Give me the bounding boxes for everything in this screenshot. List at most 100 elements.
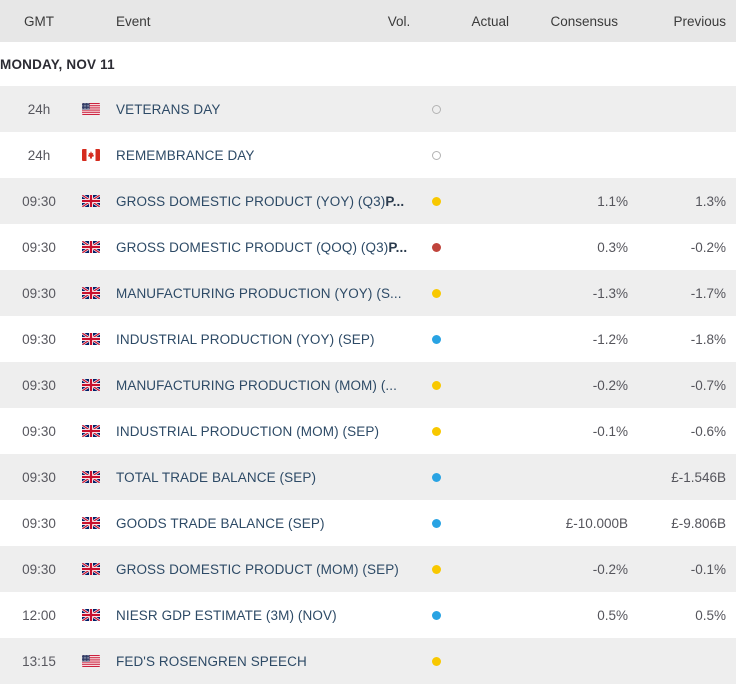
- table-row[interactable]: 12:00 NIESR GDP ESTIMATE (3M) (NOV) 0.5% 0.…: [0, 592, 736, 638]
- event-time: 09:30: [22, 469, 56, 485]
- column-header-previous[interactable]: Previous: [632, 14, 736, 29]
- volatility-low-icon: [431, 518, 441, 528]
- previous-value: 0.5%: [695, 607, 726, 623]
- volatility-cell: [408, 518, 464, 528]
- column-header-vol[interactable]: Vol.: [371, 14, 427, 29]
- consensus-value: -1.2%: [592, 331, 628, 347]
- table-row[interactable]: 09:30 MANUFACTURING PRODUCTION (YOY) (S..…: [0, 270, 736, 316]
- volatility-medium-icon: [431, 426, 441, 436]
- event-name[interactable]: VETERANS DAY: [116, 102, 408, 117]
- event-name[interactable]: GROSS DOMESTIC PRODUCT (MOM) (SEP): [116, 562, 408, 577]
- table-row[interactable]: 24h REMEMBRANCE DAY: [0, 132, 736, 178]
- volatility-cell: [408, 472, 464, 482]
- table-row[interactable]: 09:30 GROSS DOMESTIC PRODUCT (YOY) (Q3)P.…: [0, 178, 736, 224]
- event-name[interactable]: GROSS DOMESTIC PRODUCT (QOQ) (Q3)P...: [116, 240, 408, 255]
- event-name[interactable]: REMEMBRANCE DAY: [116, 148, 408, 163]
- consensus-value: 1.1%: [597, 193, 628, 209]
- volatility-medium-icon: [431, 656, 441, 666]
- economic-calendar: GMT Event Vol. Actual Consensus Previous…: [0, 0, 736, 684]
- table-row[interactable]: 09:30 GROSS DOMESTIC PRODUCT (QOQ) (Q3)P.…: [0, 224, 736, 270]
- table-row[interactable]: 09:30 INDUSTRIAL PRODUCTION (MOM) (SEP) -0…: [0, 408, 736, 454]
- event-name-text: GROSS DOMESTIC PRODUCT (MOM) (SEP): [116, 561, 399, 577]
- table-row[interactable]: 13:15 FED'S ROSENGREN SPEECH: [0, 638, 736, 684]
- event-name[interactable]: MANUFACTURING PRODUCTION (YOY) (S...: [116, 286, 408, 301]
- previous-value: -0.7%: [690, 377, 726, 393]
- volatility-cell: [408, 564, 464, 574]
- gb-flag: [78, 609, 116, 621]
- volatility-medium-icon: [431, 564, 441, 574]
- volatility-none-icon: [431, 150, 441, 160]
- previous-value: -0.2%: [690, 239, 726, 255]
- event-name[interactable]: TOTAL TRADE BALANCE (SEP): [116, 470, 408, 485]
- event-name-text: NIESR GDP ESTIMATE (3M) (NOV): [116, 607, 337, 623]
- previous-value: -1.8%: [690, 331, 726, 347]
- volatility-cell: [408, 334, 464, 344]
- table-row[interactable]: 09:30 INDUSTRIAL PRODUCTION (YOY) (SEP) -1…: [0, 316, 736, 362]
- event-name[interactable]: GOODS TRADE BALANCE (SEP): [116, 516, 408, 531]
- event-name[interactable]: MANUFACTURING PRODUCTION (MOM) (...: [116, 378, 408, 393]
- volatility-cell: [408, 610, 464, 620]
- us-flag: [78, 655, 116, 667]
- gb-flag: [78, 287, 116, 299]
- event-name-text: TOTAL TRADE BALANCE (SEP): [116, 469, 317, 485]
- table-row[interactable]: 09:30 MANUFACTURING PRODUCTION (MOM) (...…: [0, 362, 736, 408]
- event-name-text: GOODS TRADE BALANCE (SEP): [116, 515, 325, 531]
- table-row[interactable]: 09:30 TOTAL TRADE BALANCE (SEP) £-1.546B: [0, 454, 736, 500]
- event-time: 13:15: [22, 653, 56, 669]
- us-flag: [78, 103, 116, 115]
- volatility-cell: [408, 150, 464, 160]
- event-time: 12:00: [22, 607, 56, 623]
- volatility-medium-icon: [431, 288, 441, 298]
- volatility-cell: [408, 380, 464, 390]
- column-header-event[interactable]: Event: [116, 14, 371, 29]
- date-group-header: MONDAY, NOV 11: [0, 42, 736, 86]
- volatility-low-icon: [431, 472, 441, 482]
- table-row[interactable]: 24h VETERANS DAY: [0, 86, 736, 132]
- previous-value: £-9.806B: [671, 515, 726, 531]
- event-name[interactable]: NIESR GDP ESTIMATE (3M) (NOV): [116, 608, 408, 623]
- volatility-cell: [408, 242, 464, 252]
- event-name-text: GROSS DOMESTIC PRODUCT (QOQ) (Q3): [116, 239, 389, 255]
- consensus-value: 0.3%: [597, 239, 628, 255]
- event-name[interactable]: FED'S ROSENGREN SPEECH: [116, 654, 408, 669]
- consensus-value: 0.5%: [597, 607, 628, 623]
- event-time: 09:30: [22, 423, 56, 439]
- event-time: 09:30: [22, 331, 56, 347]
- event-name[interactable]: INDUSTRIAL PRODUCTION (MOM) (SEP): [116, 424, 408, 439]
- volatility-high-icon: [431, 242, 441, 252]
- event-name[interactable]: GROSS DOMESTIC PRODUCT (YOY) (Q3)P...: [116, 194, 408, 209]
- event-time: 09:30: [22, 239, 56, 255]
- previous-value: 1.3%: [695, 193, 726, 209]
- event-name-text: GROSS DOMESTIC PRODUCT (YOY) (Q3): [116, 193, 386, 209]
- column-header-actual[interactable]: Actual: [427, 14, 522, 29]
- event-time: 09:30: [22, 285, 56, 301]
- gb-flag: [78, 517, 116, 529]
- event-time: 24h: [27, 147, 51, 163]
- ca-flag: [78, 149, 116, 161]
- calendar-header-row: GMT Event Vol. Actual Consensus Previous: [0, 0, 736, 42]
- calendar-rows: 24h VETERANS DAY 24h REMEMBRANCE DAY 09:30 GR…: [0, 86, 736, 684]
- previous-value: -0.1%: [690, 561, 726, 577]
- consensus-value: -0.2%: [592, 561, 628, 577]
- event-name-text: MANUFACTURING PRODUCTION (MOM) (...: [116, 377, 397, 393]
- gb-flag: [78, 563, 116, 575]
- table-row[interactable]: 09:30 GOODS TRADE BALANCE (SEP) £-10.000B £…: [0, 500, 736, 546]
- gb-flag: [78, 425, 116, 437]
- volatility-low-icon: [431, 334, 441, 344]
- event-name-suffix: P...: [388, 239, 408, 255]
- table-row[interactable]: 09:30 GROSS DOMESTIC PRODUCT (MOM) (SEP) -…: [0, 546, 736, 592]
- volatility-none-icon: [431, 104, 441, 114]
- column-header-consensus[interactable]: Consensus: [522, 14, 632, 29]
- gb-flag: [78, 379, 116, 391]
- consensus-value: £-10.000B: [565, 515, 628, 531]
- event-name-text: INDUSTRIAL PRODUCTION (YOY) (SEP): [116, 331, 375, 347]
- previous-value: -0.6%: [690, 423, 726, 439]
- gb-flag: [78, 195, 116, 207]
- event-time: 09:30: [22, 193, 56, 209]
- event-time: 09:30: [22, 377, 56, 393]
- volatility-low-icon: [431, 610, 441, 620]
- event-name[interactable]: INDUSTRIAL PRODUCTION (YOY) (SEP): [116, 332, 408, 347]
- event-time: 24h: [27, 101, 51, 117]
- event-name-text: MANUFACTURING PRODUCTION (YOY) (S...: [116, 285, 402, 301]
- column-header-time[interactable]: GMT: [0, 14, 78, 29]
